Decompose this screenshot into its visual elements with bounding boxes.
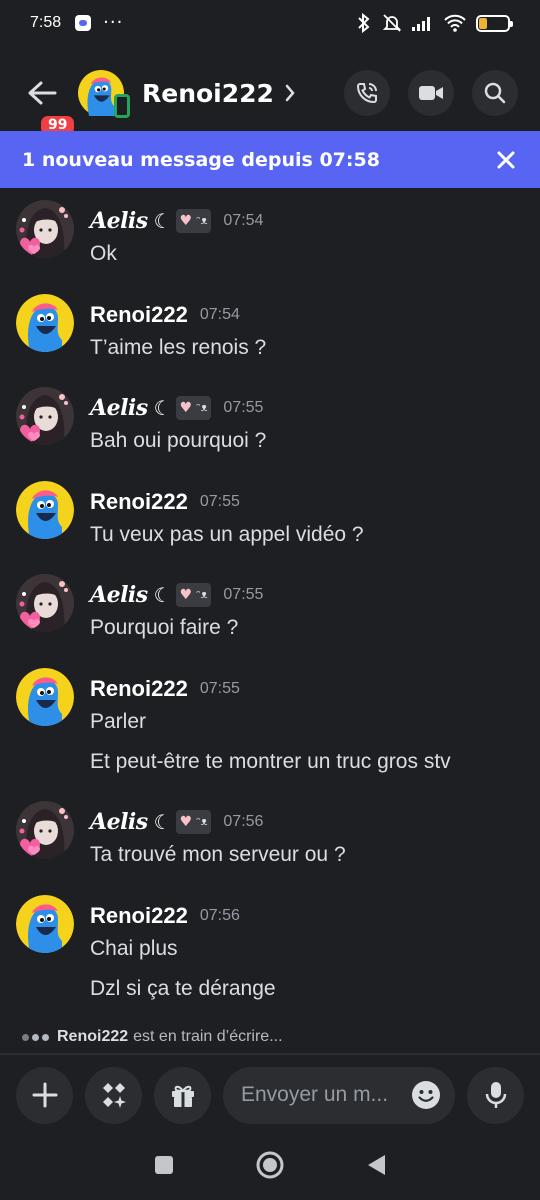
server-tag-badge[interactable]: ♥ ᵔᴥ: [175, 810, 212, 834]
message-author[interactable]: Renoi222: [90, 903, 188, 929]
typing-text: est en train d’écrire...: [133, 1028, 283, 1045]
signal-icon: [412, 17, 430, 31]
message-text[interactable]: Bah oui pourquoi ?: [90, 429, 266, 453]
author-moon-suffix: ☾: [153, 209, 172, 233]
bow-icon: ᵔᴥ: [196, 214, 208, 227]
bow-icon: ᵔᴥ: [196, 401, 208, 414]
typing-user: Renoi222: [57, 1028, 129, 1045]
message-input[interactable]: Envoyer un m...: [223, 1066, 455, 1124]
message-timestamp: 07:55: [199, 679, 240, 697]
voice-call-button[interactable]: [344, 70, 390, 116]
back-button[interactable]: 99: [22, 73, 78, 138]
message-timestamp: 07:54: [199, 305, 240, 323]
system-nav-bar: [0, 1130, 540, 1200]
message-author[interactable]: Renoi222: [90, 302, 188, 328]
message-author[interactable]: Aelis: [90, 809, 148, 835]
user-avatar[interactable]: [16, 480, 74, 539]
more-notifications-icon: ···: [103, 12, 124, 33]
back-arrow-icon: [28, 81, 57, 105]
heart-icon: ♥: [179, 587, 193, 603]
server-tag-badge[interactable]: ♥ ᵔᴥ: [175, 396, 212, 420]
chevron-right-icon[interactable]: [284, 83, 296, 103]
message-text[interactable]: Chai plus: [90, 937, 178, 961]
back-nav-icon[interactable]: [365, 1153, 387, 1177]
gift-icon: [171, 1085, 194, 1107]
bow-icon: ᵔᴥ: [196, 588, 208, 601]
message-timestamp: 07:56: [199, 906, 240, 924]
message-timestamp: 07:55: [223, 586, 264, 603]
apps-button[interactable]: [85, 1066, 142, 1124]
wifi-icon: [444, 14, 466, 32]
recents-icon[interactable]: [153, 1154, 175, 1176]
home-icon[interactable]: [255, 1150, 285, 1180]
server-tag-badge[interactable]: ♥ ᵔᴥ: [175, 209, 212, 233]
user-avatar[interactable]: [16, 667, 74, 726]
heart-icon: ♥: [179, 213, 193, 229]
channel-header: 99 Renoi222: [0, 56, 540, 138]
mobile-status-icon: [114, 94, 130, 118]
close-banner-button[interactable]: [494, 148, 518, 172]
message-timestamp: 07:55: [223, 399, 264, 416]
status-bar: 7:58 ··· 29: [0, 0, 540, 46]
message-text[interactable]: Ta trouvé mon serveur ou ?: [90, 843, 346, 867]
message-text[interactable]: T’aime les renois ?: [90, 336, 266, 360]
user-avatar[interactable]: [16, 200, 74, 258]
author-moon-suffix: ☾: [153, 810, 172, 834]
message-author[interactable]: Aelis: [90, 208, 148, 234]
author-moon-suffix: ☾: [153, 583, 172, 607]
emoji-icon[interactable]: [411, 1080, 441, 1110]
user-avatar[interactable]: [16, 293, 74, 352]
search-icon: [484, 82, 506, 104]
close-icon: [497, 151, 515, 168]
battery-icon: 29: [476, 14, 513, 32]
voice-message-button[interactable]: [467, 1066, 524, 1124]
plus-icon: [32, 1082, 57, 1108]
new-messages-text: 1 nouveau message depuis 07:58: [22, 148, 380, 171]
message-timestamp: 07:55: [199, 492, 240, 510]
apps-icon: [102, 1083, 126, 1108]
heart-icon: ♥: [179, 814, 193, 830]
composer-divider: [0, 1053, 540, 1055]
mute-icon: [382, 14, 402, 32]
message-timestamp: 07:56: [223, 813, 264, 830]
typing-indicator: Renoi222 est en train d’écrire...: [22, 1028, 283, 1046]
user-avatar[interactable]: [16, 574, 74, 632]
message-author[interactable]: Aelis: [90, 582, 148, 608]
message-author[interactable]: Aelis: [90, 395, 148, 421]
video-icon: [419, 86, 443, 100]
mic-icon: [485, 1082, 506, 1108]
battery-level: 29: [487, 15, 499, 27]
typing-dots-icon: [22, 1033, 49, 1041]
message-text[interactable]: Pourquoi faire ?: [90, 616, 238, 640]
phone-icon: [356, 83, 377, 104]
user-avatar[interactable]: [16, 894, 74, 953]
gift-button[interactable]: [154, 1066, 211, 1124]
bow-icon: ᵔᴥ: [196, 815, 208, 828]
message-text[interactable]: Et peut-être te montrer un truc gros stv: [90, 750, 451, 774]
message-text[interactable]: Parler: [90, 710, 146, 734]
status-time: 7:58: [30, 14, 62, 31]
user-avatar[interactable]: [16, 387, 74, 445]
message-text[interactable]: Dzl si ça te dérange: [90, 977, 276, 1001]
server-tag-badge[interactable]: ♥ ᵔᴥ: [175, 583, 212, 607]
message-input-placeholder: Envoyer un m...: [241, 1083, 389, 1106]
bluetooth-icon: [358, 13, 370, 33]
message-timestamp: 07:54: [223, 212, 264, 229]
video-call-button[interactable]: [408, 70, 454, 116]
heart-icon: ♥: [179, 400, 193, 416]
add-attachment-button[interactable]: [16, 1066, 73, 1124]
message-composer: Envoyer un m...: [0, 1066, 540, 1124]
discord-notification-icon: [75, 15, 92, 31]
message-text[interactable]: Ok: [90, 242, 117, 266]
channel-title[interactable]: Renoi222: [142, 79, 274, 108]
user-avatar[interactable]: [16, 801, 74, 859]
message-author[interactable]: Renoi222: [90, 489, 188, 515]
message-author[interactable]: Renoi222: [90, 676, 188, 702]
header-avatar[interactable]: [78, 70, 130, 118]
search-button[interactable]: [472, 70, 518, 116]
new-messages-banner[interactable]: 1 nouveau message depuis 07:58: [0, 131, 540, 188]
author-moon-suffix: ☾: [153, 396, 172, 420]
message-text[interactable]: Tu veux pas un appel vidéo ?: [90, 523, 364, 547]
